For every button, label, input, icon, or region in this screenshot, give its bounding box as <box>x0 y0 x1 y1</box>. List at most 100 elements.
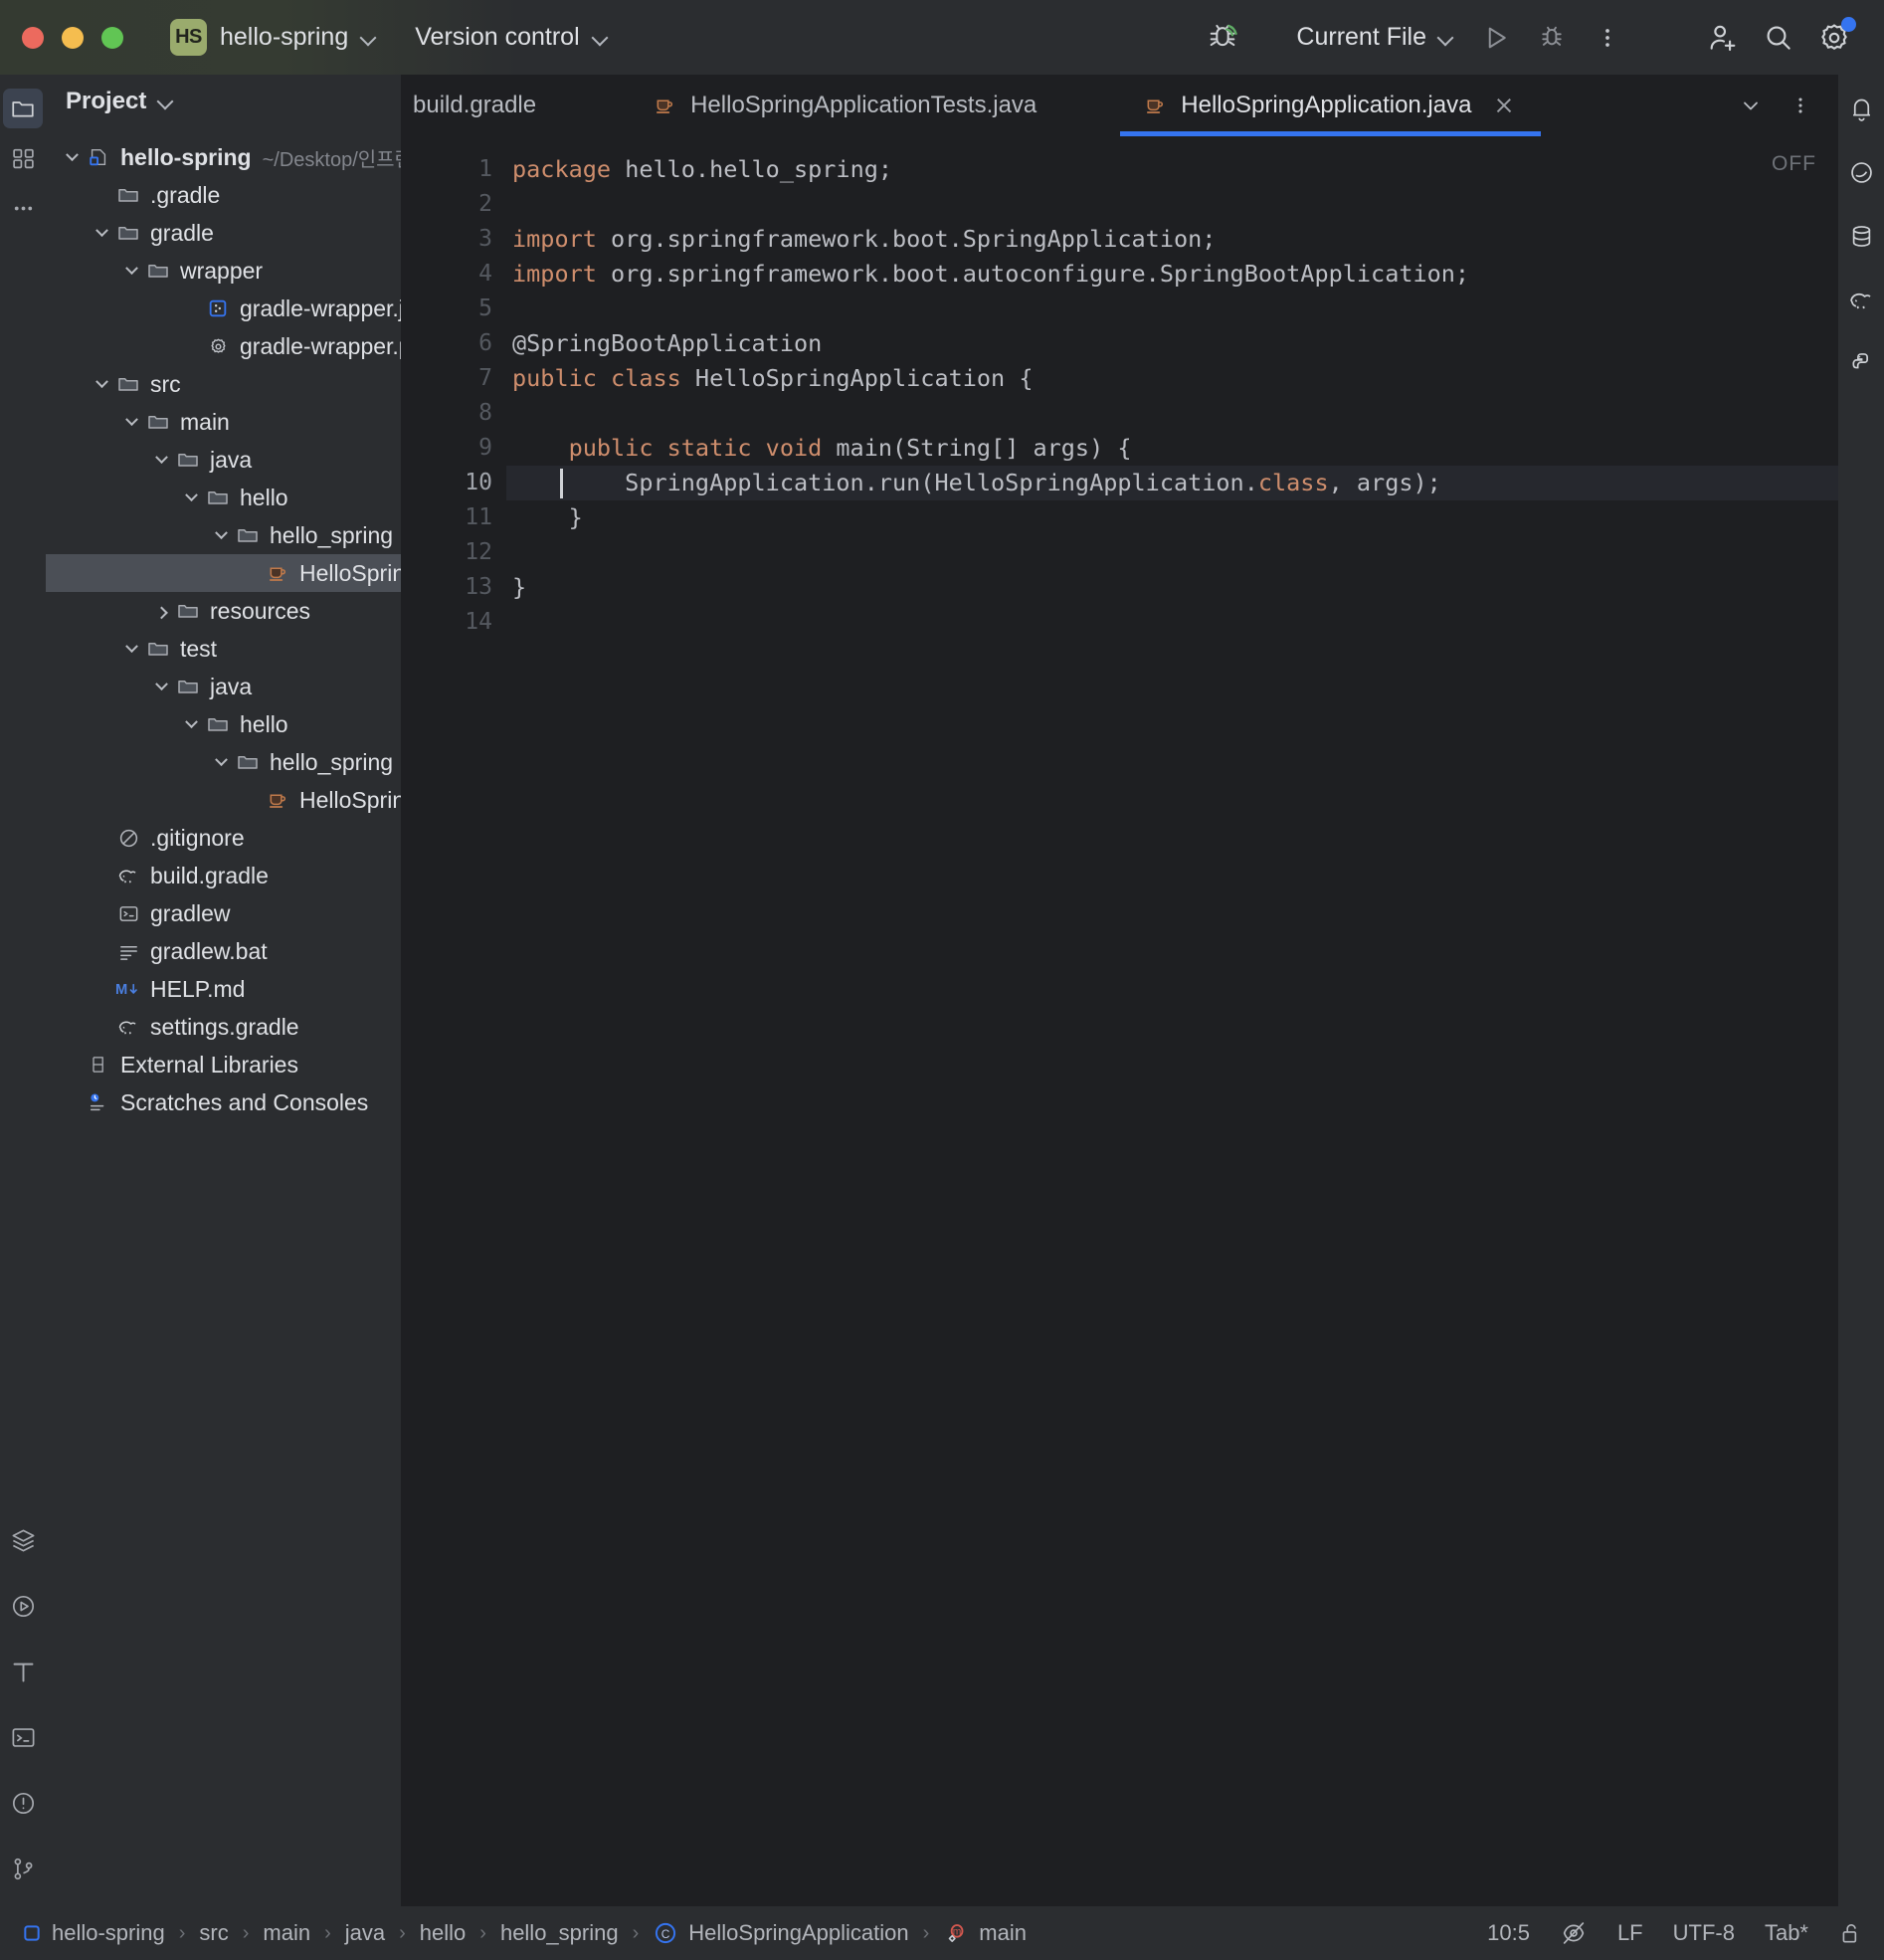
tree-item-hello-spring[interactable]: hello_spring <box>46 743 401 781</box>
maximize-window-button[interactable] <box>101 26 123 49</box>
line-number[interactable]: 2 <box>401 187 506 222</box>
tree-item-settings-gradle[interactable]: settings.gradle <box>46 1008 401 1046</box>
sidebar-item-project[interactable] <box>3 89 43 128</box>
editor-tab-hellospringapplicationtests-java[interactable]: HelloSpringApplicationTests.java <box>630 75 1060 136</box>
minimize-window-button[interactable] <box>62 26 84 49</box>
chevron-down-icon[interactable] <box>158 94 174 109</box>
tree-item-hello[interactable]: hello <box>46 479 401 516</box>
indent-setting[interactable]: Tab* <box>1765 1920 1808 1946</box>
line-number[interactable]: 1 <box>401 152 506 187</box>
tree-item-java[interactable]: java <box>46 441 401 479</box>
sidebar-item-run[interactable] <box>3 1586 43 1626</box>
breadcrumb-item-main[interactable]: m main <box>937 1920 1033 1946</box>
file-encoding[interactable]: UTF-8 <box>1673 1920 1735 1946</box>
tree-item-hellospringapp[interactable]: HelloSpringApp <box>46 554 401 592</box>
tree-item-hellospringapp[interactable]: HelloSpringApp <box>46 781 401 819</box>
line-separator[interactable]: LF <box>1617 1920 1643 1946</box>
project-panel-header[interactable]: Project <box>46 75 401 128</box>
line-number[interactable]: 12 <box>401 535 506 570</box>
tree-item-scratches-and-consoles[interactable]: Scratches and Consoles <box>46 1083 401 1121</box>
close-icon[interactable] <box>1491 93 1517 118</box>
chevron-down-icon[interactable] <box>1729 84 1773 127</box>
caret-position[interactable]: 10:5 <box>1487 1920 1530 1946</box>
line-number[interactable]: 13 <box>401 570 506 605</box>
line-number-gutter[interactable]: 1 2 3 4 5 6 7 8 9 10 11 12 13 14 <box>401 136 506 1906</box>
chevron-down-icon[interactable] <box>119 630 143 668</box>
tree-item-gitignore[interactable]: .gitignore <box>46 819 401 857</box>
line-number[interactable]: 11 <box>401 500 506 535</box>
tree-item-hello-spring[interactable]: hello_spring <box>46 516 401 554</box>
chevron-down-icon[interactable] <box>179 479 203 516</box>
chevron-down-icon[interactable] <box>179 705 203 743</box>
chevron-down-icon[interactable] <box>209 516 233 554</box>
ai-assistant-icon[interactable] <box>1841 152 1881 192</box>
line-number[interactable]: 10 <box>401 466 506 500</box>
tree-item-main[interactable]: main <box>46 403 401 441</box>
tree-item-src[interactable]: src <box>46 365 401 403</box>
tree-item-help-md[interactable]: M HELP.md <box>46 970 401 1008</box>
breadcrumb-item-main[interactable]: main <box>257 1920 316 1946</box>
run-configuration-selector[interactable]: Current File <box>1296 23 1454 52</box>
gradle-elephant-icon[interactable] <box>1841 280 1881 319</box>
line-number[interactable]: 5 <box>401 292 506 326</box>
breadcrumb-item-hello-spring[interactable]: hello_spring <box>494 1920 625 1946</box>
tree-item-wrapper[interactable]: wrapper <box>46 252 401 290</box>
project-selector[interactable]: HS hello-spring <box>170 19 377 56</box>
tree-item-gradlew[interactable]: gradlew <box>46 894 401 932</box>
breadcrumb-item-hello-spring[interactable]: hello-spring <box>16 1920 171 1946</box>
tree-item-hello[interactable]: hello <box>46 705 401 743</box>
sidebar-item-build[interactable] <box>3 1652 43 1691</box>
debug-with-coverage-icon[interactable] <box>1195 10 1250 66</box>
lock-open-icon[interactable] <box>1838 1920 1864 1946</box>
chevron-right-icon[interactable] <box>149 592 173 630</box>
notifications-bell-icon[interactable] <box>1841 89 1881 128</box>
line-number[interactable]: 9 <box>401 431 506 466</box>
add-user-icon[interactable] <box>1695 10 1751 66</box>
line-number[interactable]: 7 <box>401 361 506 396</box>
sidebar-item-terminal[interactable] <box>3 1717 43 1757</box>
version-control-selector[interactable]: Version control <box>415 23 608 52</box>
breadcrumb-item-hellospringapplication[interactable]: C HelloSpringApplication <box>647 1920 914 1946</box>
debug-button[interactable] <box>1524 10 1580 66</box>
tree-item-external-libraries[interactable]: External Libraries <box>46 1046 401 1083</box>
close-window-button[interactable] <box>22 26 44 49</box>
breadcrumb-item-hello[interactable]: hello <box>414 1920 471 1946</box>
breadcrumb-item-src[interactable]: src <box>193 1920 234 1946</box>
tree-item-test[interactable]: test <box>46 630 401 668</box>
chevron-down-icon[interactable] <box>119 403 143 441</box>
python-packages-icon[interactable] <box>1841 343 1881 383</box>
line-number[interactable]: 8 <box>401 396 506 431</box>
tree-item-resources[interactable]: resources <box>46 592 401 630</box>
more-dots-icon[interactable] <box>3 188 43 228</box>
tree-item-gradle-wrapper-jar[interactable]: gradle-wrapper.jar <box>46 290 401 327</box>
chevron-down-icon[interactable] <box>149 441 173 479</box>
sidebar-item-problems[interactable] <box>3 1783 43 1823</box>
chevron-down-icon[interactable] <box>149 668 173 705</box>
sidebar-item-git[interactable] <box>3 1849 43 1888</box>
chevron-down-icon[interactable] <box>90 214 113 252</box>
line-number[interactable]: 14 <box>401 605 506 640</box>
more-vertical-icon[interactable] <box>1580 10 1635 66</box>
run-button[interactable] <box>1468 10 1524 66</box>
inspection-status-label[interactable]: OFF <box>1772 152 1816 176</box>
chevron-down-icon[interactable] <box>90 365 113 403</box>
line-number[interactable]: 6 <box>401 326 506 361</box>
tree-item-gradlew-bat[interactable]: gradlew.bat <box>46 932 401 970</box>
sidebar-item-services[interactable] <box>3 1520 43 1560</box>
tree-item-gradle[interactable]: gradle <box>46 214 401 252</box>
line-number[interactable]: 3 <box>401 222 506 257</box>
chevron-down-icon[interactable] <box>60 138 84 176</box>
tree-item-gradle[interactable]: .gradle <box>46 176 401 214</box>
sidebar-item-structure[interactable] <box>3 138 43 178</box>
tree-item-build-gradle[interactable]: build.gradle <box>46 857 401 894</box>
editor-tab-build-gradle[interactable]: build.gradle <box>389 75 560 136</box>
search-icon[interactable] <box>1751 10 1806 66</box>
code-text[interactable]: package hello.hello_spring; import org.sp… <box>506 136 1838 1906</box>
tree-item-gradle-wrapper-propertie[interactable]: gradle-wrapper.propertie <box>46 327 401 365</box>
line-number[interactable]: 4 <box>401 257 506 292</box>
chevron-down-icon[interactable] <box>209 743 233 781</box>
editor-tab-hellospringapplication-java[interactable]: HelloSpringApplication.java <box>1120 75 1542 136</box>
settings-gear-icon[interactable] <box>1806 10 1862 66</box>
tree-item-java[interactable]: java <box>46 668 401 705</box>
database-icon[interactable] <box>1841 216 1881 256</box>
